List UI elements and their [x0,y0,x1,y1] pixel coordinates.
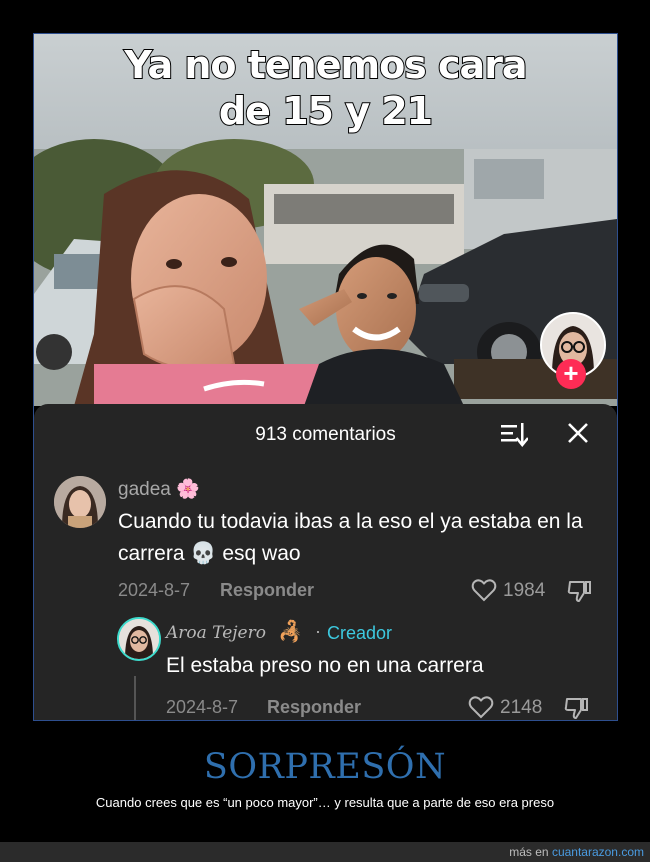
reply-like-count: 2148 [500,697,543,718]
scorpion-emoji: 🦂 [278,621,303,643]
caption-subtitle: Cuando crees que es “un poco mayor”… y r… [95,795,555,810]
reply-reply-button[interactable]: Responder [267,697,361,718]
video-overlay-title: Ya no tenemos cara de 15 y 21 [123,42,528,134]
footer-prefix: más en [509,845,549,859]
sort-icon[interactable] [500,421,528,447]
separator-dot: · [315,621,321,641]
comment-username[interactable]: gadea 🌸 [118,477,200,501]
creator-reply-avatar[interactable] [117,617,161,661]
reply-date: 2024-8-7 [166,697,239,717]
creator-reply-avatar-image [119,619,159,659]
site-link[interactable]: cuantarazon.com [552,845,644,859]
footer-bar: más en cuantarazon.com [0,842,650,862]
commenter-avatar[interactable] [54,476,106,528]
thread-line [134,676,136,720]
creator-badge: Creador [327,623,393,643]
heart-icon[interactable] [468,695,494,719]
commenter-avatar-image [54,476,106,528]
follow-plus-icon[interactable]: + [556,359,586,389]
footer-text: más en cuantarazon.com [509,845,644,859]
comment-like-count: 1984 [503,580,546,601]
comment-date: 2024-8-7 [118,580,191,600]
comment-text: Cuando tu todavia ibas a la eso el ya es… [118,510,583,565]
comment-reply-button[interactable]: Responder [220,580,314,601]
post-screenshot: Ya no tenemos cara de 15 y 21 + 913 come… [33,33,618,721]
thumbs-down-icon[interactable] [564,695,590,721]
comments-sheet: 913 comentarios gadea 🌸 Cuando tu todavi… [34,404,617,721]
caption-title: SORPRESÓN [203,747,447,787]
close-icon[interactable] [566,421,590,445]
video-frame[interactable]: Ya no tenemos cara de 15 y 21 + [34,34,617,406]
thumbs-down-icon[interactable] [567,578,593,604]
reply-text: El estaba preso no en una carrera [166,654,484,677]
heart-icon[interactable] [471,578,497,602]
comments-count: 913 comentarios [255,424,396,445]
reply-username[interactable]: Aroa Tejero [166,623,266,643]
